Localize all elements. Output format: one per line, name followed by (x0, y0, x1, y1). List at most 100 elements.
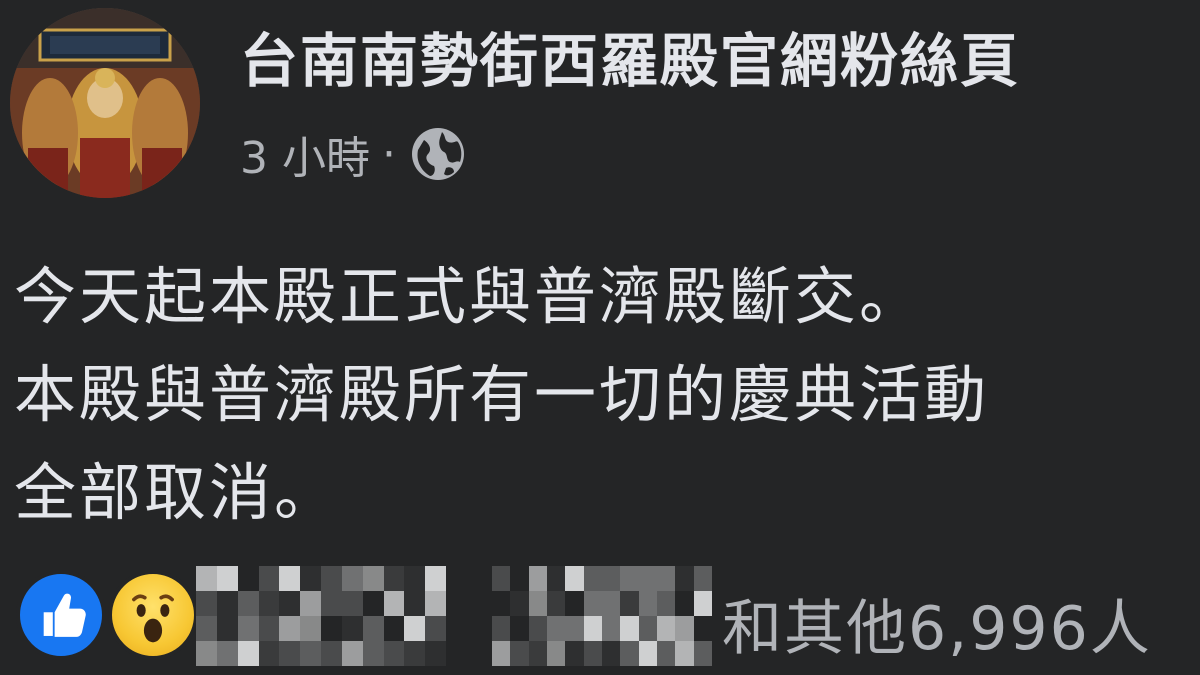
mosaic-cell (675, 566, 694, 591)
mosaic-cell (425, 566, 446, 591)
mosaic-cell (510, 591, 529, 616)
mosaic-cell (675, 616, 694, 641)
mosaic-cell (528, 616, 547, 641)
meta-separator: · (381, 128, 396, 180)
mosaic-cell (258, 591, 280, 616)
mosaic-cell (602, 591, 621, 616)
mosaic-cell (675, 591, 694, 616)
mosaic-cell (638, 616, 657, 641)
mosaic-cell (583, 641, 602, 666)
mosaic-cell (237, 616, 259, 641)
mosaic-cell (321, 641, 342, 666)
mosaic-cell (279, 616, 301, 641)
mosaic-cell (383, 591, 405, 616)
mosaic-cell (425, 616, 446, 641)
mosaic-cell (657, 591, 676, 616)
mosaic-cell (547, 591, 566, 616)
mosaic-cell (383, 641, 405, 666)
like-icon[interactable] (16, 570, 106, 660)
mosaic-cell (196, 566, 217, 591)
mosaic-cell (620, 566, 639, 591)
mosaic-cell (583, 591, 602, 616)
mosaic-cell (425, 641, 446, 666)
mosaic-cell (321, 566, 342, 591)
mosaic-cell (602, 616, 621, 641)
mosaic-cell (196, 616, 217, 641)
mosaic-cell (620, 591, 639, 616)
mosaic-cell (258, 641, 280, 666)
mosaic-cell (693, 566, 712, 591)
mosaic-cell (528, 591, 547, 616)
mosaic-cell (638, 641, 657, 666)
blurred-reactor-names (196, 566, 446, 666)
mosaic-cell (583, 616, 602, 641)
mosaic-cell (425, 591, 446, 616)
mosaic-cell (547, 616, 566, 641)
mosaic-cell (565, 641, 584, 666)
mosaic-cell (341, 566, 363, 591)
mosaic-cell (279, 641, 301, 666)
mosaic-cell (565, 566, 584, 591)
mosaic-cell (362, 641, 384, 666)
mosaic-cell (638, 566, 657, 591)
mosaic-cell (657, 641, 676, 666)
page-name[interactable]: 台南南勢街西羅殿官網粉絲頁 (240, 14, 1020, 98)
globe-icon[interactable] (410, 126, 466, 182)
post-meta: 3 小時 · (240, 122, 466, 186)
mosaic-cell (362, 616, 384, 641)
mosaic-cell (492, 566, 511, 591)
mosaic-cell (404, 591, 426, 616)
mosaic-cell (300, 641, 321, 666)
page-avatar[interactable] (10, 8, 200, 198)
mosaic-cell (237, 566, 259, 591)
post-line: 本殿與普濟殿所有一切的慶典活動 (14, 358, 990, 431)
mosaic-cell (383, 616, 405, 641)
mosaic-cell (547, 641, 566, 666)
mosaic-cell (279, 591, 301, 616)
mosaic-cell (528, 641, 547, 666)
mosaic-cell (565, 616, 584, 641)
mosaic-cell (657, 616, 676, 641)
mosaic-cell (638, 591, 657, 616)
mosaic-cell (279, 566, 301, 591)
mosaic-cell (492, 591, 511, 616)
facebook-post: 台南南勢街西羅殿官網粉絲頁 3 小時 · 今天起本殿正式與普濟殿斷交。 本殿與普… (0, 0, 1200, 675)
mosaic-cell (341, 591, 363, 616)
mosaic-cell (216, 566, 238, 591)
mosaic-cell (528, 566, 547, 591)
post-timestamp[interactable]: 3 小時 (240, 122, 370, 186)
post-line: 全部取消。 (14, 456, 340, 529)
mosaic-cell (216, 641, 238, 666)
mosaic-cell (362, 566, 384, 591)
reactions-bar[interactable]: 和其他6,996人 (16, 566, 1186, 666)
mosaic-cell (300, 566, 321, 591)
mosaic-cell (547, 566, 566, 591)
mosaic-cell (693, 641, 712, 666)
post-line: 今天起本殿正式與普濟殿斷交。 (14, 260, 925, 333)
mosaic-cell (510, 641, 529, 666)
mosaic-cell (602, 566, 621, 591)
mosaic-cell (300, 616, 321, 641)
mosaic-cell (321, 591, 342, 616)
mosaic-cell (510, 566, 529, 591)
mosaic-cell (492, 641, 511, 666)
mosaic-cell (258, 616, 280, 641)
mosaic-cell (657, 566, 676, 591)
mosaic-cell (321, 616, 342, 641)
mosaic-cell (693, 616, 712, 641)
mosaic-cell (693, 591, 712, 616)
mosaic-cell (237, 641, 259, 666)
mosaic-cell (216, 616, 238, 641)
mosaic-cell (258, 566, 280, 591)
mosaic-cell (341, 616, 363, 641)
reaction-count[interactable]: 和其他6,996人 (722, 580, 1152, 667)
mosaic-cell (565, 591, 584, 616)
mosaic-cell (216, 591, 238, 616)
wow-icon[interactable] (108, 570, 198, 660)
mosaic-cell (383, 566, 405, 591)
mosaic-cell (362, 591, 384, 616)
mosaic-cell (620, 641, 639, 666)
mosaic-cell (620, 616, 639, 641)
mosaic-cell (404, 566, 426, 591)
mosaic-cell (341, 641, 363, 666)
